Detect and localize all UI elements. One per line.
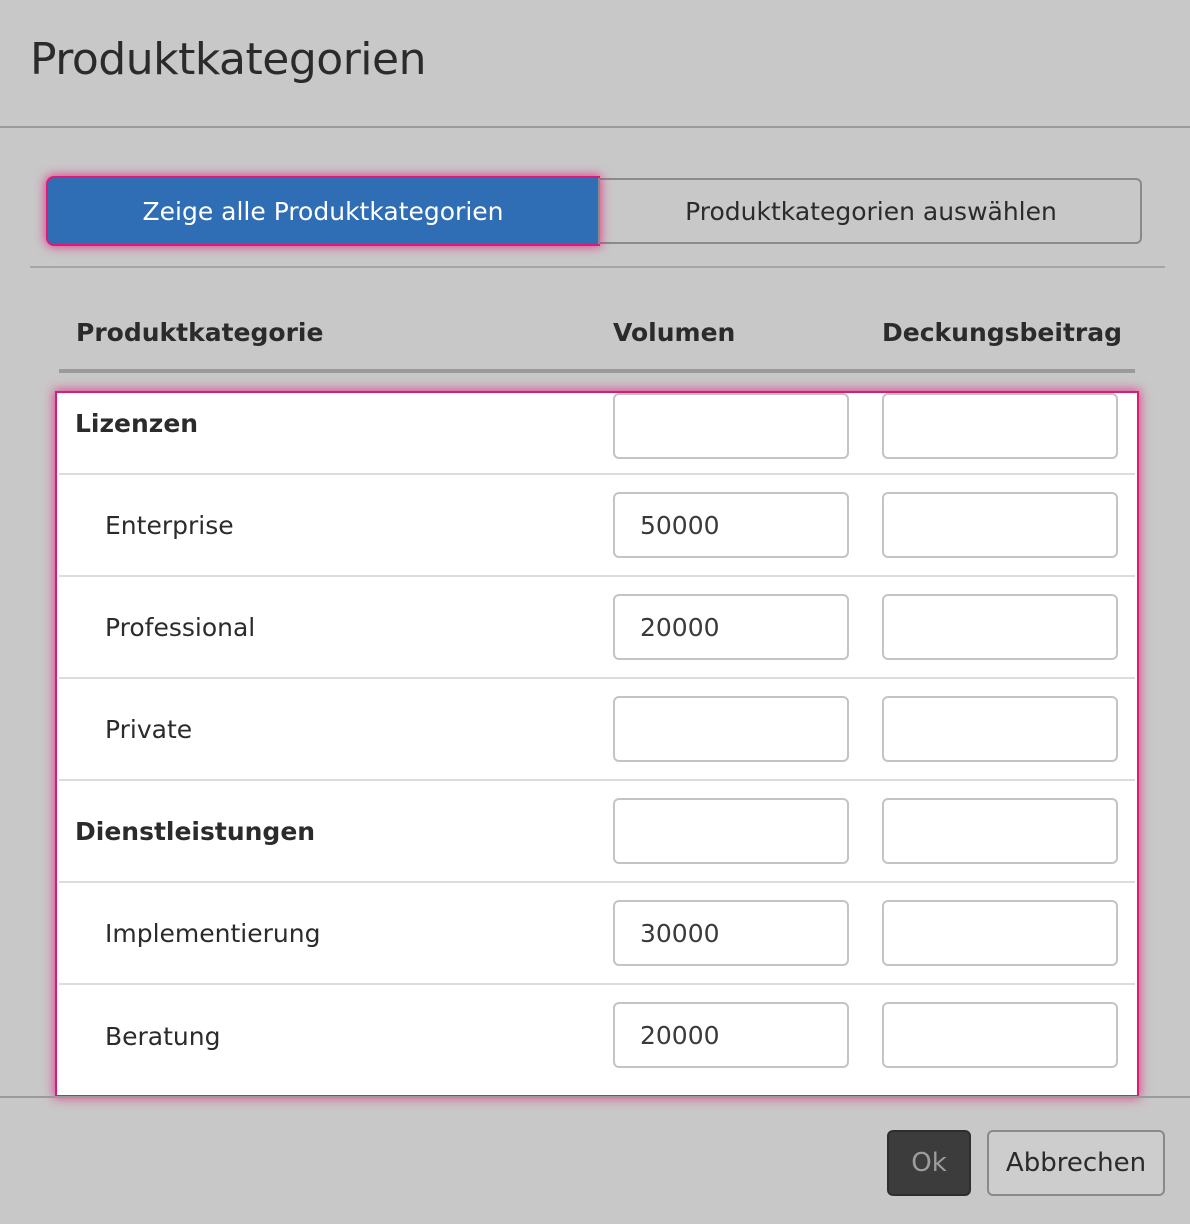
category-filter-toggle: Zeige alle Produktkategorien Produktkate… <box>48 178 1142 244</box>
table-row-implementierung: Implementierung <box>59 883 1135 985</box>
table-row-dienstleistungen: Dienstleistungen <box>59 781 1135 883</box>
volume-input[interactable] <box>613 393 849 459</box>
dialog-title: Produktkategorien <box>30 34 426 85</box>
margin-input[interactable] <box>882 798 1118 864</box>
row-label: Professional <box>105 612 256 642</box>
volume-input[interactable] <box>613 798 849 864</box>
table-row-enterprise: Enterprise <box>59 475 1135 577</box>
row-label: Implementierung <box>105 918 321 948</box>
footer-divider <box>0 1096 1190 1098</box>
volume-input[interactable] <box>613 594 849 660</box>
row-label: Beratung <box>105 1021 221 1051</box>
margin-input[interactable] <box>882 492 1118 558</box>
table-row-professional: Professional <box>59 577 1135 679</box>
category-table: Lizenzen Enterprise Professional Private… <box>57 393 1137 1095</box>
table-row-private: Private <box>59 679 1135 781</box>
row-label: Lizenzen <box>75 408 199 438</box>
margin-input[interactable] <box>882 594 1118 660</box>
section-divider <box>30 266 1165 268</box>
margin-input[interactable] <box>882 696 1118 762</box>
table-row-lizenzen: Lizenzen <box>59 393 1135 475</box>
product-categories-dialog: Produktkategorien Zeige alle Produktkate… <box>0 0 1190 1224</box>
select-categories-button[interactable]: Produktkategorien auswählen <box>598 178 1142 244</box>
volume-input[interactable] <box>613 492 849 558</box>
column-header-margin: Deckungsbeitrag <box>882 318 1122 347</box>
margin-input[interactable] <box>882 1002 1118 1068</box>
volume-input[interactable] <box>613 900 849 966</box>
margin-input[interactable] <box>882 393 1118 459</box>
row-label: Dienstleistungen <box>75 816 316 846</box>
header-divider <box>59 369 1135 373</box>
ok-button[interactable]: Ok <box>887 1130 971 1196</box>
margin-input[interactable] <box>882 900 1118 966</box>
volume-input[interactable] <box>613 1002 849 1068</box>
title-divider <box>0 126 1190 128</box>
column-header-volume: Volumen <box>613 318 736 347</box>
row-label: Enterprise <box>105 510 234 540</box>
column-header-category: Produktkategorie <box>76 318 324 347</box>
cancel-button[interactable]: Abbrechen <box>987 1130 1165 1196</box>
row-label: Private <box>105 714 193 744</box>
table-row-beratung: Beratung <box>59 985 1135 1087</box>
show-all-categories-button[interactable]: Zeige alle Produktkategorien <box>48 178 598 244</box>
volume-input[interactable] <box>613 696 849 762</box>
